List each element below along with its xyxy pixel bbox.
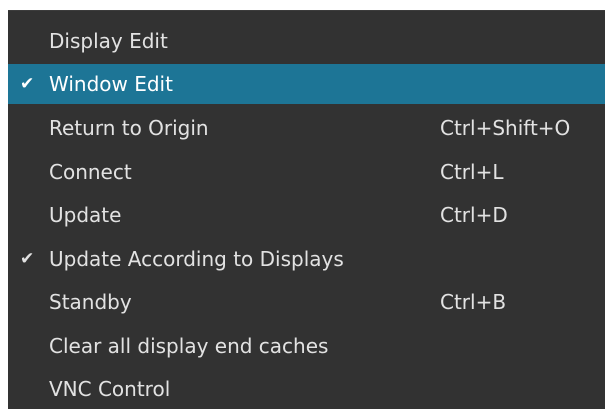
menu-item-vnc-control[interactable]: VNC Control — [8, 369, 605, 409]
checkmark-icon: ✔ — [20, 74, 35, 94]
menu-item-standby[interactable]: Standby Ctrl+B — [8, 282, 605, 322]
menu-item-shortcut: Ctrl+L — [440, 160, 504, 184]
menu-item-update-according-to-displays[interactable]: ✔ Update According to Displays — [8, 239, 605, 279]
menu-item-label: Window Edit — [49, 72, 173, 96]
menu-item-label: Connect — [49, 160, 132, 184]
menu-item-shortcut: Ctrl+Shift+O — [440, 116, 571, 140]
menu-item-label: Update According to Displays — [49, 247, 344, 271]
menu-item-shortcut: Ctrl+B — [440, 290, 507, 314]
menu-item-clear-display-caches[interactable]: Clear all display end caches — [8, 326, 605, 366]
menu-item-label: Standby — [49, 290, 132, 314]
menu-item-label: VNC Control — [49, 377, 171, 401]
menu-item-connect[interactable]: Connect Ctrl+L — [8, 152, 605, 192]
menu-item-label: Update — [49, 203, 122, 227]
context-menu: Display Edit ✔ Window Edit Return to Ori… — [8, 10, 605, 409]
menu-item-return-to-origin[interactable]: Return to Origin Ctrl+Shift+O — [8, 108, 605, 148]
menu-item-display-edit[interactable]: Display Edit — [8, 21, 605, 61]
menu-item-window-edit[interactable]: ✔ Window Edit — [8, 64, 605, 104]
menu-item-shortcut: Ctrl+D — [440, 203, 508, 227]
menu-item-update[interactable]: Update Ctrl+D — [8, 195, 605, 235]
menu-item-label: Clear all display end caches — [49, 334, 329, 358]
checkmark-icon: ✔ — [20, 249, 35, 269]
menu-item-label: Display Edit — [49, 29, 168, 53]
menu-item-label: Return to Origin — [49, 116, 209, 140]
